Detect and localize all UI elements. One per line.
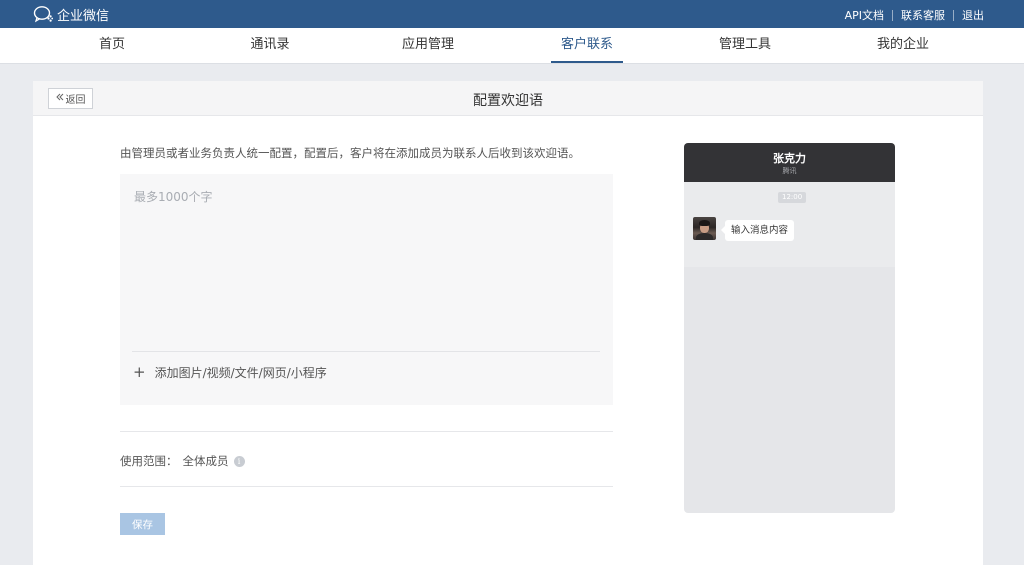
double-chevron-left-icon (55, 93, 64, 104)
section-divider (120, 486, 613, 487)
plus-icon: + (133, 363, 146, 381)
description-text: 由管理员或者业务负责人统一配置，配置后，客户将在添加成员为联系人后收到该欢迎语。 (120, 146, 580, 160)
preview-time-badge: 12:00 (778, 192, 807, 203)
preview-contact-name: 张克力 (773, 152, 806, 165)
info-icon[interactable]: i (233, 455, 245, 467)
scope-value: 全体成员 (182, 454, 229, 468)
preview-header: 张克力 腾讯 (684, 143, 895, 182)
wecom-logo-icon (33, 5, 54, 23)
contact-support-link[interactable]: 联系客服 (901, 7, 945, 23)
nav-app-management[interactable]: 应用管理 (388, 28, 468, 64)
main-nav: 首页 通讯录 应用管理 客户联系 管理工具 我的企业 (0, 28, 1024, 64)
scope-label: 使用范围： (120, 454, 178, 468)
nav-customer-contact[interactable]: 客户联系 (547, 28, 627, 64)
nav-contacts[interactable]: 通讯录 (230, 28, 310, 64)
config-panel: 配置欢迎语 返回 由管理员或者业务负责人统一配置，配置后，客户将在添加成员为联系… (33, 81, 983, 565)
section-divider (120, 431, 613, 432)
add-attachment-label: 添加图片/视频/文件/网页/小程序 (154, 366, 327, 380)
welcome-editor: + 添加图片/视频/文件/网页/小程序 (120, 174, 613, 405)
preview-message-bubble: 输入消息内容 (720, 220, 795, 241)
preview-contact-org: 腾讯 (782, 167, 797, 175)
panel-header: 配置欢迎语 返回 (33, 81, 983, 116)
page-title: 配置欢迎语 (473, 93, 543, 109)
app-logo[interactable]: 企业微信 (33, 5, 110, 24)
logout-link[interactable]: 退出 (962, 7, 984, 23)
editor-divider (132, 351, 600, 352)
nav-home[interactable]: 首页 (72, 28, 152, 64)
phone-preview: 张克力 腾讯 12:00 输入消息内容 (684, 143, 895, 513)
avatar (693, 217, 716, 240)
app-logo-text: 企业微信 (57, 8, 110, 24)
nav-management-tools[interactable]: 管理工具 (705, 28, 785, 64)
add-attachment-button[interactable]: + 添加图片/视频/文件/网页/小程序 (133, 364, 327, 381)
nav-my-enterprise[interactable]: 我的企业 (863, 28, 943, 64)
scope-row: 使用范围： 全体成员 i (120, 453, 245, 469)
top-links: API文档 联系客服 退出 (845, 7, 984, 23)
preview-chat-area: 12:00 输入消息内容 (684, 182, 895, 267)
top-link-divider (892, 9, 893, 21)
api-docs-link[interactable]: API文档 (845, 7, 884, 23)
save-button[interactable]: 保存 (120, 513, 165, 535)
top-link-divider (953, 9, 954, 21)
welcome-message-input[interactable] (120, 174, 613, 350)
back-button-label: 返回 (65, 95, 86, 106)
back-button[interactable]: 返回 (48, 88, 93, 109)
top-bar: 企业微信 API文档 联系客服 退出 (0, 0, 1024, 28)
